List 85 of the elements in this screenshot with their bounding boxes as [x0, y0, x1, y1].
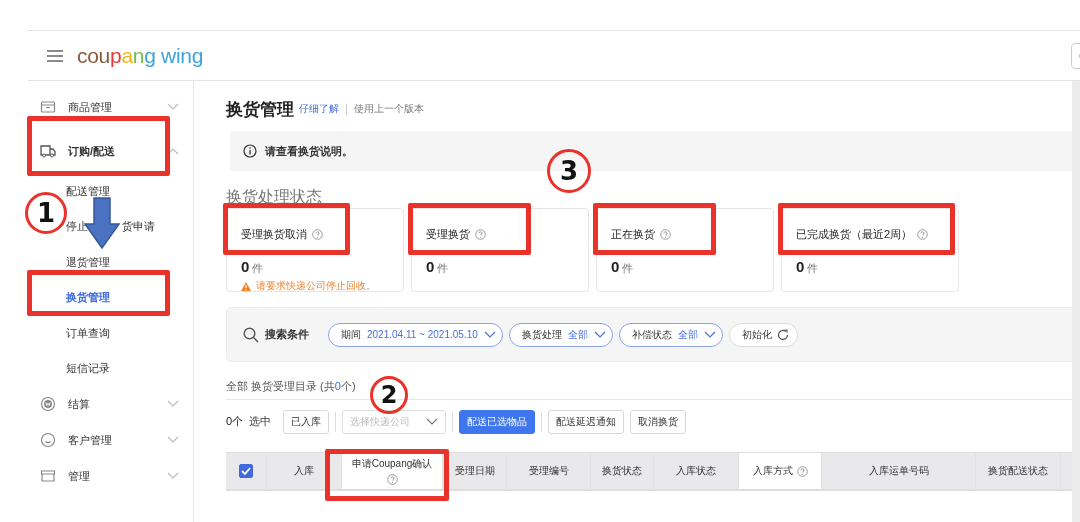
warning-text: 请要求快递公司停止回收。: [256, 279, 376, 293]
sidebar-subitem[interactable]: 订单查询: [66, 325, 110, 340]
sidebar-item[interactable]: 结算: [28, 386, 193, 422]
search-label: 搜索条件: [265, 327, 309, 342]
column-header[interactable]: 入库: [267, 453, 342, 489]
sidebar-subitem[interactable]: 退货管理: [66, 254, 110, 269]
help-icon: [386, 474, 398, 485]
check-icon: [241, 467, 251, 475]
column-header[interactable]: 入库运单号码: [822, 453, 976, 489]
selected-count: 0个: [226, 414, 244, 429]
page-link[interactable]: 使用上一个版本: [354, 102, 424, 116]
chevron-down-icon: [167, 103, 179, 111]
store-icon: [40, 468, 56, 484]
card-label: 已完成换货（最近2周）: [796, 226, 913, 242]
sidebar-subitem[interactable]: 配送管理: [66, 183, 110, 198]
toolbar-button[interactable]: 配送延迟通知: [548, 409, 625, 434]
coin-icon: [40, 396, 56, 412]
sidebar-subitem[interactable]: 换货管理: [66, 290, 110, 305]
column-header[interactable]: 入库方式: [739, 453, 822, 489]
sidebar-item[interactable]: 订购/配送: [28, 133, 193, 169]
sidebar-subitem[interactable]: 短信记录: [66, 361, 110, 376]
sidebar-item[interactable]: 客户管理: [28, 422, 193, 458]
notice-text: 请查看换货说明。: [265, 143, 353, 159]
chevron-down-icon: [167, 400, 179, 408]
count-value: 0: [611, 258, 620, 275]
chevron-down-icon: [167, 436, 179, 444]
step-number-badge: 2: [370, 376, 408, 414]
help-icon: [312, 228, 323, 240]
help-icon: [917, 228, 929, 240]
help-icon: [796, 465, 808, 477]
selected-label: 选中: [249, 414, 272, 429]
count-unit: 件: [252, 261, 264, 276]
smiley-icon: [40, 432, 56, 448]
search-icon: [243, 326, 259, 343]
sidebar-subitem[interactable]: 停止: [66, 219, 88, 234]
column-header[interactable]: 入库状态: [654, 453, 739, 489]
card-label: 受理换货: [426, 226, 470, 242]
status-card[interactable]: 受理换货取消 0 件 请要求快递公司停止回收。: [226, 208, 404, 292]
chevron-down-icon: [703, 330, 716, 339]
count-value: 0: [796, 258, 805, 275]
step-number-badge: 3: [547, 149, 591, 193]
status-card[interactable]: 已完成换货（最近2周） 0 件: [781, 208, 959, 292]
truck-icon: [40, 143, 56, 159]
help-icon: [660, 228, 671, 240]
card-label: 受理换货取消: [241, 226, 307, 242]
scrollbar[interactable]: [1072, 81, 1080, 522]
chevron-down-icon: [167, 472, 179, 480]
filter-dropdown[interactable]: 补偿状态 全部: [618, 322, 723, 347]
warning-icon: [241, 281, 251, 291]
step-number-badge: 1: [25, 192, 67, 234]
select-all-checkbox[interactable]: [239, 464, 253, 478]
primary-button[interactable]: 配送已选物品: [459, 409, 536, 434]
reset-button[interactable]: 初始化: [728, 322, 798, 347]
box-icon: [40, 99, 56, 115]
column-header[interactable]: 受理编号: [507, 453, 591, 489]
count-unit: 件: [437, 261, 449, 276]
status-card[interactable]: 正在换货 0 件: [596, 208, 774, 292]
info-icon: [243, 144, 257, 158]
menu-icon: [47, 49, 63, 62]
count-unit: 件: [622, 261, 634, 276]
column-header[interactable]: 换货配送状态: [976, 453, 1061, 489]
filter-dropdown[interactable]: 期间 2021.04.11 ~ 2021.05.10: [328, 322, 503, 347]
chevron-down-icon: [593, 330, 606, 339]
toolbar-button[interactable]: 取消换货: [630, 409, 687, 434]
column-header[interactable]: 换货状态: [591, 453, 654, 489]
sidebar-item[interactable]: 商品管理: [28, 89, 193, 125]
page-link[interactable]: 仔细了解: [299, 102, 339, 116]
filter-dropdown[interactable]: 换货处理 全部: [508, 322, 613, 347]
page-title: 换货管理: [226, 98, 294, 121]
count-value: 0: [241, 258, 250, 275]
column-header[interactable]: 申请Coupang确认: [342, 453, 443, 489]
status-card[interactable]: 受理换货 0 件: [411, 208, 589, 292]
count-value: 0: [426, 258, 435, 275]
toolbar-button[interactable]: 已入库: [283, 409, 330, 434]
sidebar-item[interactable]: 管理: [28, 458, 193, 494]
count-unit: 件: [807, 261, 819, 276]
chevron-up-icon: [167, 147, 179, 155]
help-icon: [475, 228, 486, 240]
card-label: 正在换货: [611, 226, 655, 242]
refresh-icon: [776, 328, 789, 341]
chevron-down-icon: [426, 417, 439, 426]
column-header[interactable]: 受理日期: [443, 453, 507, 489]
sidebar-subitem-text[interactable]: 货申请: [122, 219, 155, 234]
logo[interactable]: coupang wing: [77, 43, 204, 68]
chevron-down-icon: [483, 330, 496, 339]
